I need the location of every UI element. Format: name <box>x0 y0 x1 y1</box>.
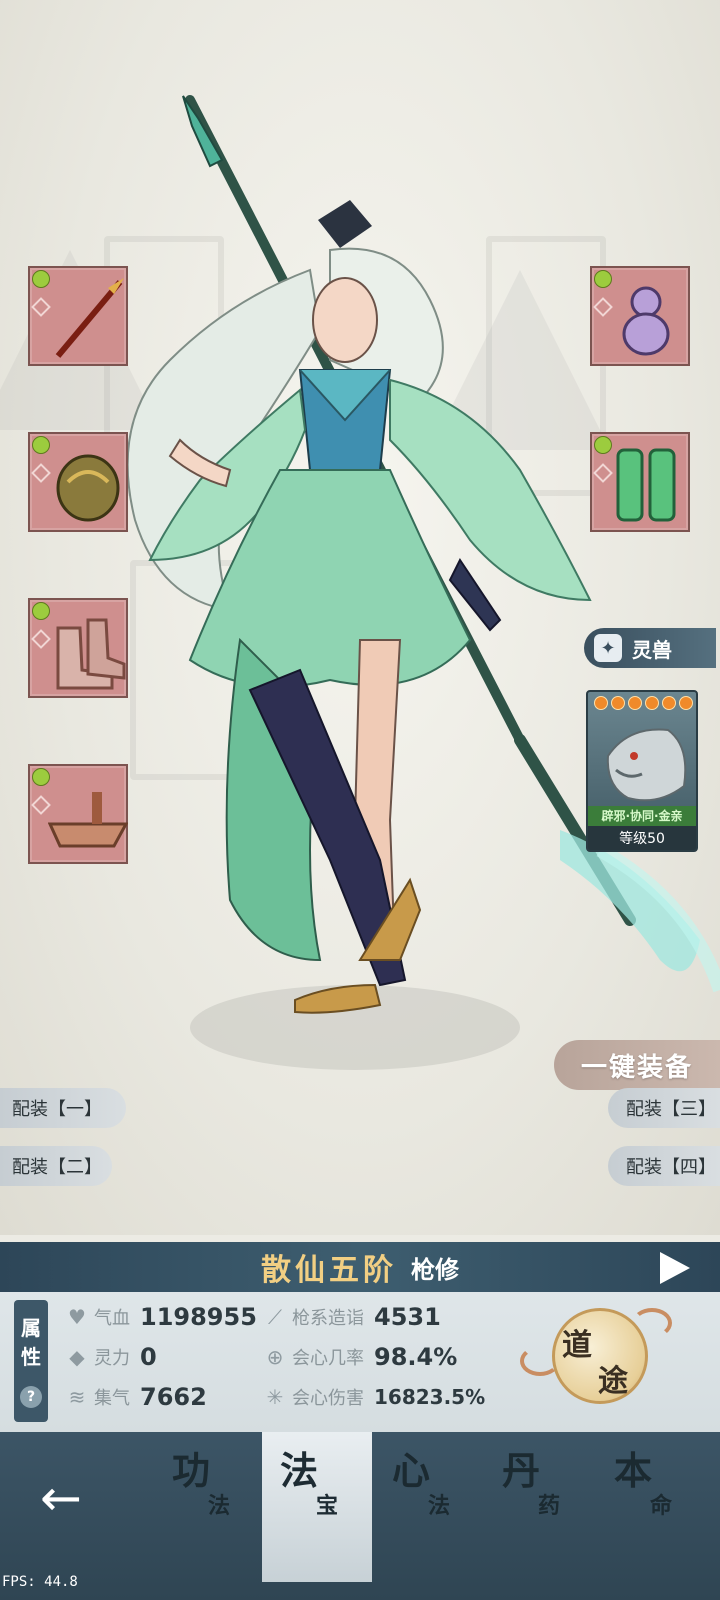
tab-mind-arts[interactable]: 心 法 <box>374 1432 484 1582</box>
tab-label-small: 法 <box>428 1493 451 1519</box>
paw-star-icon <box>628 696 642 710</box>
equipment-slot-jade[interactable] <box>590 432 690 532</box>
drop-icon: ◆ <box>69 1345 85 1369</box>
tab-pills[interactable]: 丹 药 <box>484 1432 594 1582</box>
tab-techniques[interactable]: 功 法 <box>154 1432 264 1582</box>
stat-qi-gather: ≋ 集气 7662 <box>64 1380 207 1414</box>
bottom-navigation: ← 功 法 法 宝 心 法 丹 药 本 命 <box>0 1432 720 1600</box>
boat-item-icon <box>48 792 128 848</box>
tab-label-small: 药 <box>538 1493 561 1519</box>
spear-icon: ⟋ <box>268 1305 282 1329</box>
loadout-2-button[interactable]: 配装【二】 <box>0 1146 112 1186</box>
beast-icon: ✦ <box>594 634 622 662</box>
attributes-tab[interactable]: 属 性 ? <box>14 1300 48 1422</box>
equip-all-button[interactable]: 一键装备 <box>554 1040 720 1090</box>
stat-value: 98.4% <box>374 1343 458 1371</box>
crit-rate-icon: ⊕ <box>266 1345 284 1369</box>
dao-path-char-2: 途 <box>598 1364 628 1399</box>
stat-spirit-power: ◆ 灵力 0 <box>64 1340 157 1374</box>
back-arrow-icon[interactable]: ← <box>26 1468 96 1528</box>
star-rating <box>594 696 693 710</box>
heart-icon: ♥ <box>68 1305 86 1329</box>
stat-value: 4531 <box>374 1303 441 1331</box>
stat-label: 气血 <box>94 1308 130 1329</box>
boots-item-icon <box>56 618 126 690</box>
stat-value: 16823.5% <box>374 1385 486 1409</box>
equipment-slot-weapon[interactable] <box>28 266 128 366</box>
tab-label-big: 丹 <box>502 1448 541 1493</box>
help-icon[interactable]: ? <box>20 1386 42 1408</box>
tab-label-big: 法 <box>280 1448 319 1493</box>
stat-value: 7662 <box>140 1383 207 1411</box>
realm-bar: 散仙五阶 枪修 <box>0 1242 720 1292</box>
dao-path-button[interactable]: 道 途 <box>520 1302 672 1414</box>
loadout-1-button[interactable]: 配装【一】 <box>0 1088 126 1128</box>
gourd-item-icon <box>622 286 670 356</box>
white-beast-portrait <box>606 728 687 802</box>
equipment-slot-gourd[interactable] <box>590 266 690 366</box>
equipment-slot-armor[interactable] <box>28 432 128 532</box>
stat-label: 会心伤害 <box>292 1388 364 1409</box>
tab-label-small: 法 <box>208 1493 231 1519</box>
tab-label-big: 功 <box>172 1448 211 1493</box>
paw-star-icon <box>594 696 608 710</box>
stat-value: 1198955 <box>140 1303 257 1331</box>
stat-label: 集气 <box>94 1388 130 1409</box>
attributes-tab-label-1: 属 <box>21 1316 41 1340</box>
equipment-slot-boots[interactable] <box>28 598 128 698</box>
tab-treasures[interactable]: 法 宝 <box>262 1432 372 1582</box>
tab-label-small: 宝 <box>316 1493 339 1519</box>
jade-pendant-item-icon <box>616 448 676 522</box>
tab-label-big: 心 <box>392 1448 431 1493</box>
spirit-beast-card[interactable]: 辟邪·协同·金亲 等级50 <box>586 690 698 852</box>
armor-item-icon <box>56 454 120 522</box>
cultivation-class: 枪修 <box>411 1254 459 1284</box>
realm-name: 散仙五阶 <box>261 1253 397 1288</box>
spirit-beast-tab-label: 灵兽 <box>632 637 672 662</box>
spirit-beast-tab[interactable]: ✦ 灵兽 <box>584 628 716 668</box>
stat-crit-rate: ⊕ 会心几率 98.4% <box>262 1340 458 1374</box>
tab-natal[interactable]: 本 命 <box>596 1432 706 1582</box>
loadout-4-button[interactable]: 配装【四】 <box>608 1146 720 1186</box>
stat-label: 枪系造诣 <box>292 1308 364 1329</box>
play-arrow-icon[interactable] <box>660 1252 690 1284</box>
spear-item-icon <box>55 278 124 358</box>
paw-star-icon <box>662 696 676 710</box>
stat-crit-damage: ✳ 会心伤害 16823.5% <box>262 1380 486 1414</box>
stat-value: 0 <box>140 1343 157 1371</box>
tab-label-big: 本 <box>614 1448 653 1493</box>
stat-spear-mastery: ⟋ 枪系造诣 4531 <box>262 1300 441 1334</box>
crit-damage-icon: ✳ <box>266 1385 284 1409</box>
stat-label: 会心几率 <box>292 1348 364 1369</box>
tab-label-small: 命 <box>650 1493 673 1519</box>
attributes-tab-label-2: 性 <box>21 1345 41 1369</box>
attributes-panel: 属 性 ? ♥ 气血 1198955 ⟋ 枪系造诣 4531 ◆ 灵力 0 ⊕ … <box>0 1292 720 1432</box>
beast-traits: 辟邪·协同·金亲 <box>588 806 696 826</box>
fps-counter: FPS: 44.8 <box>2 1574 78 1590</box>
beast-level: 等级50 <box>588 826 696 850</box>
loadout-3-button[interactable]: 配装【三】 <box>608 1088 720 1128</box>
stat-label: 灵力 <box>94 1348 130 1369</box>
dao-path-char-1: 道 <box>562 1328 592 1363</box>
paw-star-icon <box>679 696 693 710</box>
equipment-slot-vehicle[interactable] <box>28 764 128 864</box>
swirl-icon: ≋ <box>68 1385 86 1409</box>
stat-hp: ♥ 气血 1198955 <box>64 1300 257 1334</box>
paw-star-icon <box>645 696 659 710</box>
paw-star-icon <box>611 696 625 710</box>
